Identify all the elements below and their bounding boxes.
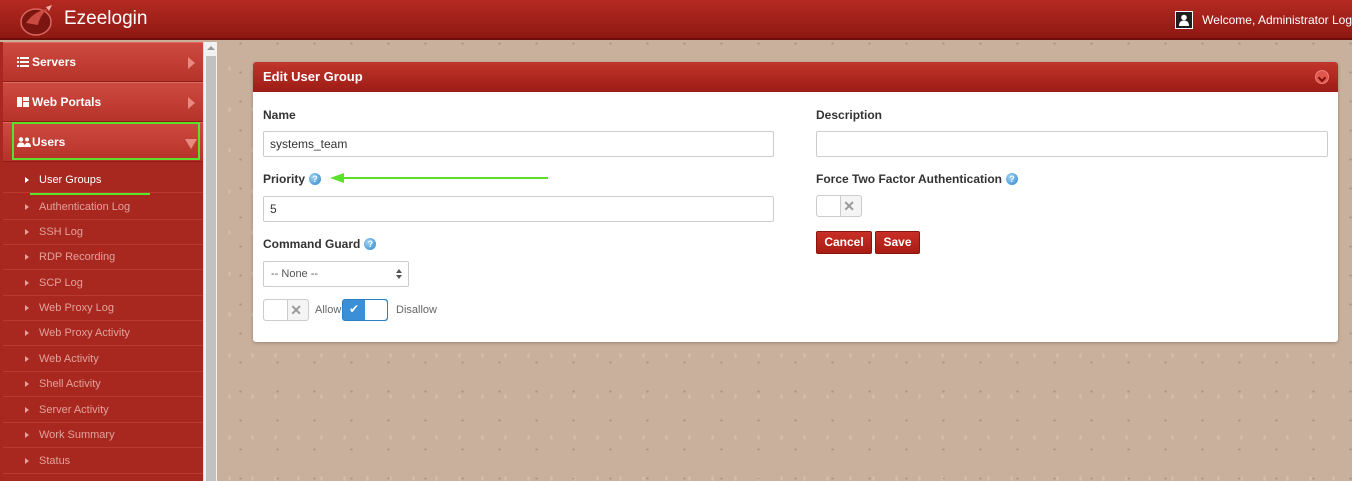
- edit-user-group-panel: Edit User Group Name Description Priorit…: [253, 62, 1338, 342]
- sidebar-subitem-authentication-log[interactable]: Authentication Log: [3, 195, 203, 220]
- sidebar-scrollbar[interactable]: [203, 42, 217, 481]
- user-icon: [1175, 11, 1194, 29]
- priority-label-row: Priority ?: [263, 172, 322, 186]
- sidebar-subitem-web-proxy-log[interactable]: Web Proxy Log: [3, 296, 203, 321]
- list-icon: [17, 56, 29, 70]
- sidebar-subitem-server-activity[interactable]: Server Activity: [3, 398, 203, 423]
- disallow-label: Disallow: [396, 304, 437, 316]
- toggle-knob: [817, 196, 841, 216]
- chevron-right-icon: [188, 97, 195, 109]
- check-icon: ✔: [349, 302, 360, 316]
- sidebar-subitem-web-proxy-activity[interactable]: Web Proxy Activity: [3, 321, 203, 346]
- panel-title: Edit User Group: [263, 69, 363, 84]
- sidebar-subitem-scp-log[interactable]: SCP Log: [3, 271, 203, 296]
- sidebar-subitem-work-summary[interactable]: Work Summary: [3, 423, 203, 448]
- brand-name[interactable]: Ezeelogin: [64, 8, 147, 30]
- sidebar-item-servers[interactable]: Servers: [3, 42, 203, 82]
- priority-input[interactable]: [263, 196, 774, 222]
- sidebar-subitem-ssh-log[interactable]: SSH Log: [3, 220, 203, 245]
- sidebar-subitem-shell-activity[interactable]: Shell Activity: [3, 372, 203, 397]
- help-icon[interactable]: ?: [364, 238, 377, 250]
- sidebar-item-label: Web Portals: [32, 95, 102, 109]
- sidebar-subitem-status[interactable]: Status: [3, 449, 203, 474]
- allow-toggle[interactable]: ✕: [263, 299, 309, 321]
- top-bar: Ezeelogin Welcome, Administrator Log: [0, 0, 1352, 40]
- description-label: Description: [816, 108, 883, 122]
- description-input[interactable]: [816, 131, 1328, 157]
- name-label: Name: [263, 108, 296, 122]
- select-updown-icon: [396, 269, 402, 279]
- help-icon[interactable]: ?: [1006, 173, 1019, 185]
- command-guard-select[interactable]: -- None --: [263, 261, 409, 287]
- welcome-text: Welcome, Administrator Log: [1202, 13, 1352, 27]
- priority-label: Priority: [263, 172, 306, 186]
- save-button[interactable]: Save: [875, 231, 920, 254]
- welcome-user[interactable]: Welcome, Administrator Log: [1175, 11, 1352, 29]
- sidebar-item-web-portals[interactable]: Web Portals: [3, 82, 203, 122]
- close-icon: ✕: [843, 198, 855, 214]
- command-guard-label-row: Command Guard ?: [263, 237, 377, 251]
- ezeelogin-logo-icon: [20, 5, 52, 36]
- disallow-toggle[interactable]: ✔: [342, 299, 388, 321]
- force-2fa-label: Force Two Factor Authentication: [816, 172, 1003, 186]
- force-2fa-label-row: Force Two Factor Authentication ?: [816, 172, 1019, 186]
- chevron-right-icon: [188, 57, 195, 69]
- users-highlight-box: [12, 122, 200, 160]
- dashboard-icon: [17, 96, 29, 110]
- command-guard-selected: -- None --: [271, 268, 319, 280]
- name-input[interactable]: [263, 131, 774, 157]
- help-icon[interactable]: ?: [309, 173, 322, 185]
- toggle-knob: [264, 300, 288, 320]
- allow-label: Allow: [315, 304, 342, 316]
- sidebar-subitem-user-groups[interactable]: User Groups: [3, 168, 203, 193]
- collapse-icon[interactable]: [1315, 70, 1329, 84]
- command-guard-label: Command Guard: [263, 237, 361, 251]
- sidebar-subitem-rdp-recording[interactable]: RDP Recording: [3, 245, 203, 270]
- scrollbar-thumb[interactable]: [206, 56, 216, 481]
- scroll-up-icon[interactable]: [207, 46, 215, 50]
- close-icon: ✕: [290, 302, 302, 318]
- annotation-arrow-icon: [330, 173, 548, 183]
- toggle-knob: [365, 300, 387, 320]
- panel-header: Edit User Group: [253, 62, 1338, 92]
- sidebar-item-label: Servers: [32, 55, 77, 69]
- cancel-button[interactable]: Cancel: [816, 231, 872, 254]
- sidebar-subitem-web-activity[interactable]: Web Activity: [3, 347, 203, 372]
- force-2fa-toggle[interactable]: ✕: [816, 195, 862, 217]
